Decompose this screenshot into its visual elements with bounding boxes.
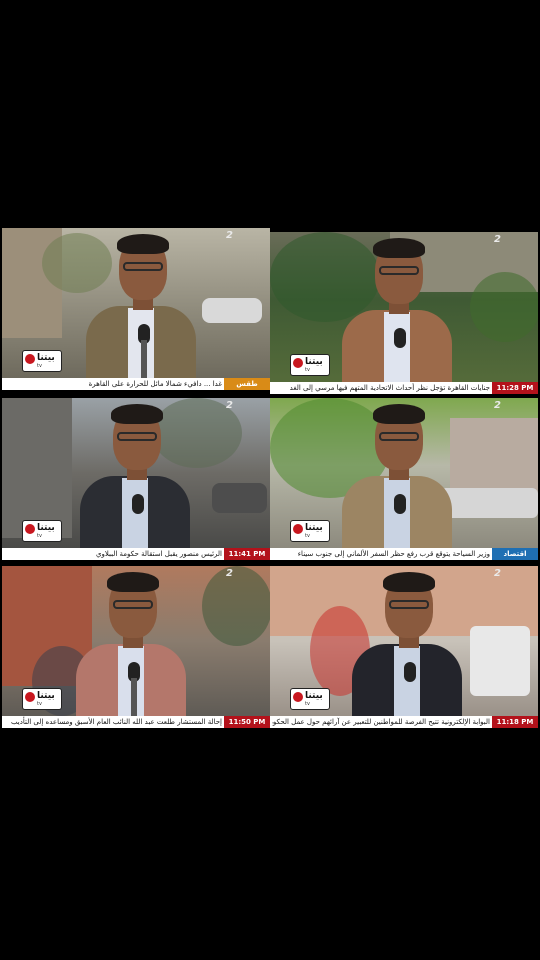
ticker-headline: غدا ... دافيء شمالا مائل للحرارة على الق… [88,380,222,388]
microphone-icon [394,494,406,514]
street-scene: بيتنا tv 2 [2,228,270,378]
hair [117,234,169,254]
ticker-headline: إحالة المستشار طلعت عبد الله النائب العا… [10,718,222,726]
hair [107,572,159,592]
glasses [123,262,163,271]
reporter [76,566,186,716]
hair [373,238,425,258]
street-scene: بيتنا tv 2 [270,398,538,548]
street-scene: بيتنا tv 2 [2,566,270,716]
news-frame-1: بيتنا tv 2 غدا ... دافيء شمالا مائل للحر… [2,228,270,390]
channel-logo: بيتنا tv [290,688,330,710]
channel-logo: بيتنا tv [22,520,62,542]
ticker-tag: 11:41 PM [224,548,270,560]
channel-number: 2 [226,568,233,579]
microphone-handle [131,678,137,716]
logo-text: بيتنا [37,691,55,701]
news-frame-5: بيتنا tv 2 إحالة المستشار طلعت عبد الله … [2,566,270,728]
news-ticker: إحالة المستشار طلعت عبد الله النائب العا… [2,716,270,728]
street-scene: بيتنا tv 2 [270,232,538,382]
reporter [342,232,452,382]
news-frame-2: بيتنا tv 2 جنايات القاهرة تؤجل نظر أحداث… [270,232,538,394]
channel-logo: بيتنا tv [22,688,62,710]
news-ticker: جنايات القاهرة تؤجل نظر أحداث الاتحادية … [270,382,538,394]
street-scene: بيتنا tv 2 [2,398,270,548]
ticker-tag: اقتصاد [492,548,538,560]
logo-mark-icon [293,358,303,368]
collage-grid: بيتنا tv 2 غدا ... دافيء شمالا مائل للحر… [0,0,540,960]
channel-number: 2 [494,568,501,579]
news-ticker: غدا ... دافيء شمالا مائل للحرارة على الق… [2,378,270,390]
ticker-tag: 11:50 PM [224,716,270,728]
parked-car [202,298,262,323]
microphone-handle [141,340,147,378]
channel-logo: بيتنا tv [22,350,62,372]
glasses [113,600,153,609]
reporter [80,398,190,548]
channel-number: 2 [226,230,233,241]
traffic [440,488,538,518]
channel-number: 2 [494,400,501,411]
ticker-tag: 11:18 PM [492,716,538,728]
news-ticker: البوابة الإلكترونية تتيح الفرصة للمواطني… [270,716,538,728]
news-frame-6: بيتنا tv 2 البوابة الإلكترونية تتيح الفر… [270,566,538,728]
logo-mark-icon [293,524,303,534]
reporter [86,228,196,378]
ticker-headline: وزير السياحة يتوقع قرب رفع حظر السفر الأ… [297,550,490,558]
ticker-tag: طقس [224,378,270,390]
logo-subtext: tv [37,701,42,707]
glasses [379,432,419,441]
microphone-icon [132,494,144,514]
news-ticker: الرئيس منصور يقبل استقالة حكومة الببلاوي… [2,548,270,560]
microphone-icon [404,662,416,682]
logo-text: بيتنا [37,523,55,533]
logo-text: بيتنا [37,353,55,363]
street-scene: بيتنا tv 2 [270,566,538,716]
glasses [389,600,429,609]
logo-subtext: tv [37,533,42,539]
ticker-tag: 11:28 PM [492,382,538,394]
parked-car [212,483,267,513]
glasses [117,432,157,441]
logo-mark-icon [25,524,35,534]
news-frame-3: بيتنا tv 2 الرئيس منصور يقبل استقالة حكو… [2,398,270,560]
logo-text: بيتنا [305,357,323,367]
reporter [342,398,452,548]
background-building [2,398,72,538]
logo-subtext: tv [305,533,310,539]
logo-subtext: tv [305,367,310,373]
channel-logo: بيتنا tv [290,520,330,542]
glasses [379,266,419,275]
logo-text: بيتنا [305,691,323,701]
ticker-headline: البوابة الإلكترونية تتيح الفرصة للمواطني… [272,718,490,726]
logo-mark-icon [25,354,35,364]
logo-text: بيتنا [305,523,323,533]
parked-van [470,626,530,696]
news-ticker: وزير السياحة يتوقع قرب رفع حظر السفر الأ… [270,548,538,560]
logo-subtext: tv [37,363,42,369]
background-building [450,418,538,498]
microphone-icon [394,328,406,348]
reporter [352,566,462,716]
hair [383,572,435,592]
hair [111,404,163,424]
logo-subtext: tv [305,701,310,707]
hair [373,404,425,424]
ticker-headline: جنايات القاهرة تؤجل نظر أحداث الاتحادية … [289,384,490,392]
palm-tree [470,272,538,342]
logo-mark-icon [25,692,35,702]
channel-number: 2 [494,234,501,245]
news-frame-4: بيتنا tv 2 وزير السياحة يتوقع قرب رفع حظ… [270,398,538,560]
ticker-headline: الرئيس منصور يقبل استقالة حكومة الببلاوي [95,550,222,558]
channel-number: 2 [226,400,233,411]
logo-mark-icon [293,692,303,702]
channel-logo: بيتنا tv [290,354,330,376]
